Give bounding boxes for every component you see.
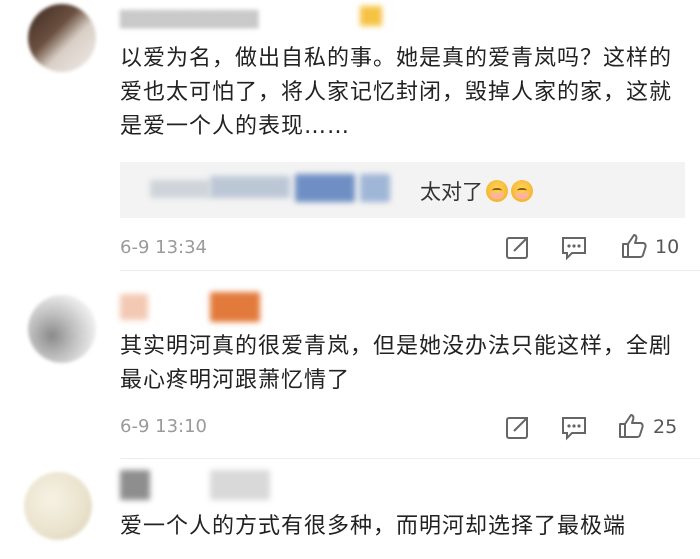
divider — [120, 458, 700, 459]
comment-text: 爱一个人的方式有很多种，而明河却选择了最极端 — [120, 514, 627, 539]
avatar[interactable] — [24, 472, 92, 540]
comment-item: 其实明河真的很爱青岚，但是她没办法只能这样，全剧最心疼明河跟萧忆情了 6-9 1… — [0, 270, 700, 460]
username[interactable]: ▇▇▇▇▇▇▇▇▇▇ — [120, 8, 258, 29]
username-blur — [120, 470, 150, 500]
reply-author-blur — [210, 176, 290, 198]
reply-author-blur — [295, 174, 355, 202]
like-count: 10 — [655, 236, 680, 258]
comment-item: ▇▇▇▇▇▇▇▇▇▇ 以爱为名，做出自私的事。她是真的爱青岚吗？这样的爱也太可怕… — [0, 0, 700, 271]
comment-time: 6-9 13:10 — [120, 416, 207, 437]
username-blur — [120, 294, 148, 320]
share-icon[interactable] — [505, 234, 531, 264]
comment-icon[interactable] — [560, 235, 588, 265]
username-blur — [210, 470, 270, 500]
reply-author-blur — [360, 174, 390, 202]
comment-item: 爱一个人的方式有很多种，而明河却选择了最极端 — [0, 460, 700, 559]
comment-time: 6-9 13:34 — [120, 237, 207, 258]
reply-author-blur — [150, 180, 210, 198]
thumbs-up-icon[interactable] — [617, 412, 645, 444]
crying-face-icon — [486, 180, 508, 202]
share-icon[interactable] — [505, 414, 531, 444]
avatar[interactable] — [28, 295, 96, 363]
reply-preview[interactable]: 太对了 — [120, 162, 685, 218]
like-count: 25 — [653, 416, 678, 438]
reply-text: 太对了 — [420, 176, 533, 206]
thumbs-up-icon[interactable] — [620, 232, 648, 264]
crying-face-icon — [511, 180, 533, 202]
comment-icon[interactable] — [560, 415, 588, 445]
avatar[interactable] — [28, 4, 96, 72]
comment-text: 其实明河真的很爱青岚，但是她没办法只能这样，全剧最心疼明河跟萧忆情了 — [120, 334, 673, 393]
member-badge — [360, 6, 382, 26]
username-blur — [210, 292, 260, 322]
comment-text: 以爱为名，做出自私的事。她是真的爱青岚吗？这样的爱也太可怕了，将人家记忆封闭，毁… — [120, 46, 673, 139]
